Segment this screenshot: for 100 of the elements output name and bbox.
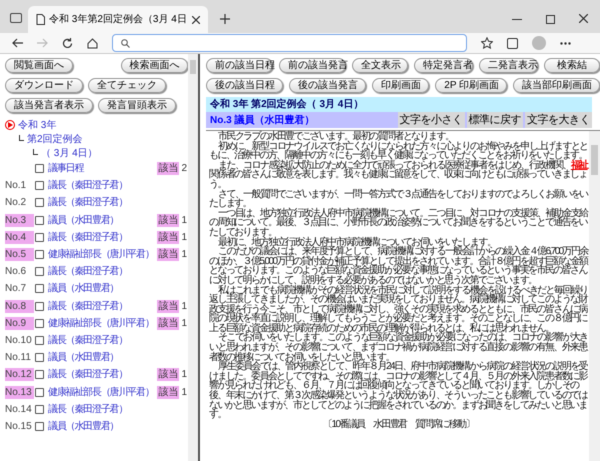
paragraph: さて、一般質問でございますが、一問一答方式で３点通告をしておりますのでよろしくお願いをいたします。: [209, 190, 588, 209]
match-count: 1: [181, 368, 187, 382]
match-badge: 該当: [157, 316, 180, 330]
checkbox[interactable]: [35, 164, 44, 174]
speaker-link[interactable]: 議員（水田豊君）: [48, 281, 118, 296]
font-size-button[interactable]: 文字を小さく: [398, 112, 464, 128]
match-count: 2: [181, 162, 187, 176]
speaker-link[interactable]: 健康福祉部長（唐川平君）: [48, 316, 154, 331]
checkbox[interactable]: [35, 250, 44, 260]
speech-number: No.5: [5, 248, 34, 262]
branch-icon: [19, 134, 24, 140]
favorites-icon[interactable]: [481, 37, 493, 49]
speech-number: No.7: [5, 282, 28, 296]
font-size-button[interactable]: 標準に戻す: [466, 112, 523, 128]
match-badge: 該当: [157, 368, 180, 382]
speaker-link[interactable]: 議長（秦田澄子君）: [48, 195, 128, 210]
speaker-link[interactable]: 議事日程: [48, 161, 84, 176]
speech-number: No.8: [5, 300, 34, 313]
checkbox[interactable]: [35, 181, 44, 190]
nav-button[interactable]: 発言冒頭表示: [98, 98, 176, 113]
paragraph: 一つ目は、地方独立行政法人府中市病院機構について。二つ目に、対コロナの支援策、補助金支給の周知について。最後、３点目に、小野市長の政治姿勢についてお聞きをするということで通告をいたしております。: [209, 208, 588, 238]
speaker-link[interactable]: 議長（秦田澄子君）: [48, 230, 128, 245]
checkbox[interactable]: [35, 370, 44, 380]
speaker-link[interactable]: 議長（秦田澄子君）: [48, 178, 128, 194]
checkbox[interactable]: [35, 388, 44, 397]
speaker-link[interactable]: 議長（秦田澄子君）: [48, 264, 128, 280]
speaker-link[interactable]: 健康福祉部長（唐川平君）: [48, 247, 154, 262]
toolbar-button[interactable]: 特定発言者: [414, 58, 474, 73]
speaker-link[interactable]: 健康福祉部長（唐川平君）: [48, 384, 154, 400]
checkbox[interactable]: [35, 232, 44, 242]
nav-button[interactable]: 検索画面へ: [120, 58, 188, 73]
branch-icon: [33, 148, 38, 154]
play-icon[interactable]: [5, 120, 15, 130]
checkbox[interactable]: [35, 353, 44, 362]
collections-icon[interactable]: [507, 38, 518, 48]
checkbox[interactable]: [35, 336, 44, 345]
toolbar-button[interactable]: 後の該当発言: [288, 78, 366, 93]
tab-title: 令和 3年第2回定例会（3月 4日: [49, 12, 187, 27]
checkbox[interactable]: [35, 216, 44, 225]
toolbar-button[interactable]: 二発言表示: [479, 58, 538, 73]
reload-icon[interactable]: [62, 38, 73, 48]
close-icon[interactable]: [579, 14, 588, 23]
toolbar-button[interactable]: 2P 印刷画面: [435, 78, 508, 93]
speech-number: No.14: [5, 402, 33, 416]
match-count: 1: [181, 386, 187, 400]
tab-panel-icon[interactable]: [10, 13, 22, 23]
speech-number: No.13: [5, 386, 34, 399]
checkbox[interactable]: [35, 267, 44, 276]
match-count: 1: [181, 230, 187, 245]
checkbox[interactable]: [35, 318, 44, 328]
match-badge: 該当: [157, 300, 180, 313]
browser-tab[interactable]: 令和 3年第2回定例会（3月 4日: [28, 6, 208, 33]
toolbar-button[interactable]: 全文表示: [352, 58, 408, 73]
scrollbar[interactable]: [589, 131, 600, 461]
tree-link[interactable]: 令和 3年: [18, 118, 56, 132]
toolbar-button[interactable]: 前の該当発言: [279, 58, 346, 73]
maximize-icon[interactable]: [546, 15, 555, 24]
speaker-link[interactable]: 議長（秦田澄子君）: [48, 298, 128, 314]
back-icon[interactable]: [12, 38, 23, 48]
tree-link[interactable]: （ 3月 4日）: [41, 146, 98, 160]
paragraph: 市民クラブの水田豊でございます。最初の質問者となります。: [217, 132, 454, 142]
nav-button[interactable]: 該当発言者表示: [5, 98, 93, 113]
nav-button[interactable]: 全てチェック: [88, 78, 166, 93]
scrollbar[interactable]: [188, 54, 198, 461]
nav-button[interactable]: 閲覧画面へ: [5, 58, 72, 73]
speech-number: No.11: [5, 351, 32, 364]
checkbox[interactable]: [35, 198, 44, 208]
paragraph: 初めに、新型コロナウイルスでお亡くなりになられた方々に心よりのお悔やみを申し上げますとともに、治療中の方、隔離中の方々にも一刻も早く健康になっていただくことをお祈りをいたします。: [209, 142, 588, 161]
match-badge: 該当: [157, 386, 180, 399]
speech-number: No.10: [5, 334, 33, 347]
speaker-link[interactable]: 議員（水田豊君）: [48, 350, 118, 366]
nav-button[interactable]: ダウンロード: [5, 78, 83, 93]
new-tab-icon[interactable]: [220, 14, 230, 24]
toolbar-button[interactable]: 後の該当日程: [206, 78, 283, 93]
page-icon: [36, 14, 45, 25]
speaker-link[interactable]: 議員（水田豊君）: [48, 212, 118, 228]
match-count: 1: [181, 300, 187, 314]
more-icon[interactable]: [560, 42, 571, 44]
font-size-button[interactable]: 文字を大きく: [525, 112, 592, 128]
toolbar-button[interactable]: 前の該当日程: [206, 58, 274, 73]
toolbar-button[interactable]: 検索結: [544, 58, 600, 73]
speech-number: No.12: [5, 368, 34, 382]
checkbox[interactable]: [35, 422, 44, 431]
speaker-link[interactable]: 議長（秦田澄子君）: [48, 402, 128, 417]
close-icon[interactable]: [192, 16, 200, 24]
match-badge: 該当: [157, 162, 180, 176]
match-badge: 該当: [157, 214, 180, 227]
checkbox[interactable]: [35, 404, 44, 414]
checkbox[interactable]: [35, 302, 44, 311]
toolbar-button[interactable]: 該当部印刷画面: [513, 78, 600, 93]
speaker-link[interactable]: 議長（秦田澄子君）: [48, 332, 128, 348]
speaker-link[interactable]: 議長（秦田澄子君）: [48, 367, 128, 382]
speaker-link[interactable]: 議員（水田豊君）: [48, 418, 118, 434]
speaker-name: No.3 議員（水田豊君）: [209, 113, 316, 128]
paragraph: また、コロナ感染拡大防止のために全力で頑張っておられる医療従事者をはじめ、行政機関、福祉関係者の皆さんに敬意を表します。我々も健康に留意をして、収束に向けともに頑張っていきましょう。: [209, 160, 588, 190]
checkbox[interactable]: [35, 284, 44, 294]
toolbar-button[interactable]: 印刷画面: [372, 78, 430, 93]
home-icon[interactable]: [87, 38, 98, 48]
tree-link[interactable]: 第2回定例会: [27, 132, 83, 146]
speech-number: No.3: [5, 214, 34, 227]
